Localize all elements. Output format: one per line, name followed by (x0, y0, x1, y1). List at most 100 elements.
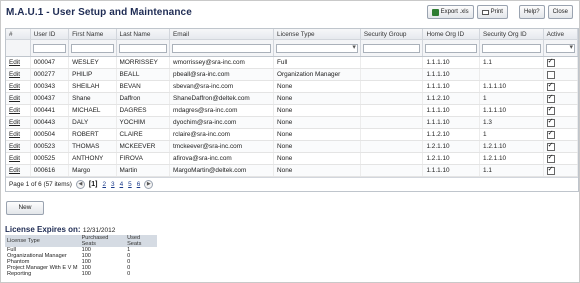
table-row: Edit 000523 THOMAS MCKEEVER tmckeever@sra-in… (6, 140, 579, 153)
col-header-active[interactable]: Active (543, 29, 579, 40)
filter-user-id-input[interactable] (32, 43, 67, 53)
edit-link[interactable]: Edit (6, 68, 31, 81)
new-button[interactable]: New (6, 201, 44, 215)
email-cell: mdagres@sra-inc.com (169, 104, 275, 117)
first-name-cell: MICHAEL (68, 104, 117, 117)
active-cell (543, 68, 579, 81)
col-header-security-group[interactable]: Security Group (360, 29, 424, 40)
email-cell: MargoMartin@deltek.com (169, 164, 275, 177)
active-cell (543, 80, 579, 93)
last-name-cell: MORRISSEY (116, 56, 171, 69)
filter-security-group-input[interactable] (362, 43, 421, 53)
active-checkbox[interactable] (546, 129, 555, 139)
security-group-cell (360, 56, 424, 69)
active-checkbox[interactable] (546, 105, 555, 115)
table-row: Edit 000443 DALY YOCHIM dyochim@sra-inc.com N… (6, 116, 579, 129)
col-header-license-type[interactable]: License Type (273, 29, 361, 40)
active-cell (543, 152, 579, 165)
pager-page-link[interactable]: 5 (128, 181, 132, 188)
security-org-cell: 1 (479, 92, 544, 105)
active-checkbox[interactable] (546, 165, 555, 175)
pager-page-link[interactable]: [1] (89, 181, 98, 188)
active-checkbox[interactable] (546, 117, 555, 127)
help-button[interactable]: Help? (518, 5, 545, 19)
active-cell (543, 116, 579, 129)
security-org-cell: 1.2.1.10 (479, 140, 544, 153)
email-cell: afirova@sra-inc.com (169, 152, 275, 165)
col-header-security-org-id[interactable]: Security Org ID (479, 29, 544, 40)
first-name-cell: Margo (68, 164, 117, 177)
col-header-email[interactable]: Email (169, 29, 275, 40)
last-name-cell: Martin (116, 164, 171, 177)
print-button[interactable]: Print (476, 5, 508, 19)
last-name-cell: CLAIRE (116, 128, 171, 141)
table-row: Edit 000504 ROBERT CLAIRE rclaire@sra-inc.co… (6, 128, 579, 141)
purchased-seats-cell: 100 (81, 271, 91, 277)
print-label: Print (490, 9, 503, 15)
chevron-right-icon[interactable]: ▶ (144, 180, 154, 189)
edit-link[interactable]: Edit (6, 128, 31, 141)
user-id-cell: 000616 (30, 164, 70, 177)
edit-link[interactable]: Edit (6, 164, 31, 177)
col-header-home-org-id[interactable]: Home Org ID (422, 29, 480, 40)
license-type-cell: Full (273, 56, 361, 69)
filter-first-name-input[interactable] (71, 43, 114, 53)
user-id-cell: 000047 (30, 56, 70, 69)
filter-email-input[interactable] (172, 43, 272, 53)
export-xls-button[interactable]: Export .xls (426, 5, 474, 19)
edit-link[interactable]: Edit (6, 80, 31, 93)
edit-link[interactable]: Edit (6, 56, 31, 69)
filter-home-org-input[interactable] (425, 43, 477, 53)
pager-page-link[interactable]: 4 (120, 181, 124, 188)
license-col-purchased: Purchased Seats (79, 235, 126, 247)
active-checkbox[interactable] (546, 141, 555, 151)
first-name-cell: PHILIP (68, 68, 117, 81)
first-name-cell: ANTHONY (68, 152, 117, 165)
user-id-cell: 000277 (30, 68, 70, 81)
filter-active-select[interactable] (545, 43, 575, 53)
first-name-cell: THOMAS (68, 140, 117, 153)
active-checkbox[interactable] (546, 81, 555, 91)
security-group-cell (360, 80, 424, 93)
pager-page-link[interactable]: 2 (102, 181, 106, 188)
pager-pages: [1] 2 3 4 5 6 (89, 181, 140, 188)
table-row: Edit 000525 ANTHONY FIROVA afirova@sra-inc.c… (6, 152, 579, 165)
pager-page-link[interactable]: 6 (137, 181, 141, 188)
home-org-cell: 1.1.1.10 (422, 80, 480, 93)
col-header-user-id[interactable]: User ID (30, 29, 70, 40)
close-button[interactable]: Close (547, 5, 573, 19)
active-checkbox[interactable] (546, 93, 555, 103)
users-grid: # User ID First Name Last Name Email Lic… (5, 28, 579, 192)
security-org-cell: 1.2.1.10 (479, 152, 544, 165)
first-name-cell: Shane (68, 92, 117, 105)
license-header-row: License Type Purchased Seats Used Seats (5, 235, 157, 247)
security-group-cell (360, 128, 424, 141)
user-id-cell: 000504 (30, 128, 70, 141)
col-header-last-name[interactable]: Last Name (116, 29, 171, 40)
col-header-first-name[interactable]: First Name (68, 29, 117, 40)
pager-summary: Page 1 of 6 (57 items) (9, 181, 72, 188)
col-header-index[interactable]: # (6, 29, 31, 40)
edit-link[interactable]: Edit (6, 92, 31, 105)
active-checkbox[interactable] (546, 70, 555, 79)
license-expiry: License Expires on: 12/31/2012 (5, 225, 115, 234)
filter-last-name-input[interactable] (118, 43, 168, 53)
active-checkbox[interactable] (546, 153, 555, 163)
edit-link[interactable]: Edit (6, 140, 31, 153)
edit-link[interactable]: Edit (6, 116, 31, 129)
first-name-cell: WESLEY (68, 56, 117, 69)
active-cell (543, 56, 579, 69)
edit-link[interactable]: Edit (6, 104, 31, 117)
home-org-cell: 1.1.1.10 (422, 56, 480, 69)
chevron-left-icon[interactable]: ◀ (75, 180, 85, 189)
table-row: Edit 000047 WESLEY MORRISSEY wmorrissey@sra-… (6, 56, 579, 69)
table-row: Edit 000616 Margo Martin MargoMartin@deltek.… (6, 164, 579, 177)
pager-page-link[interactable]: 3 (111, 181, 115, 188)
edit-link[interactable]: Edit (6, 152, 31, 165)
home-org-cell: 1.1.1.10 (422, 116, 480, 129)
active-checkbox[interactable] (546, 57, 555, 67)
email-cell: tmckeever@sra-inc.com (169, 140, 275, 153)
table-row: Edit 000437 Shane Daffron ShaneDaffron@delte… (6, 92, 579, 105)
filter-license-type-select[interactable] (276, 43, 358, 53)
filter-security-org-input[interactable] (481, 43, 541, 53)
